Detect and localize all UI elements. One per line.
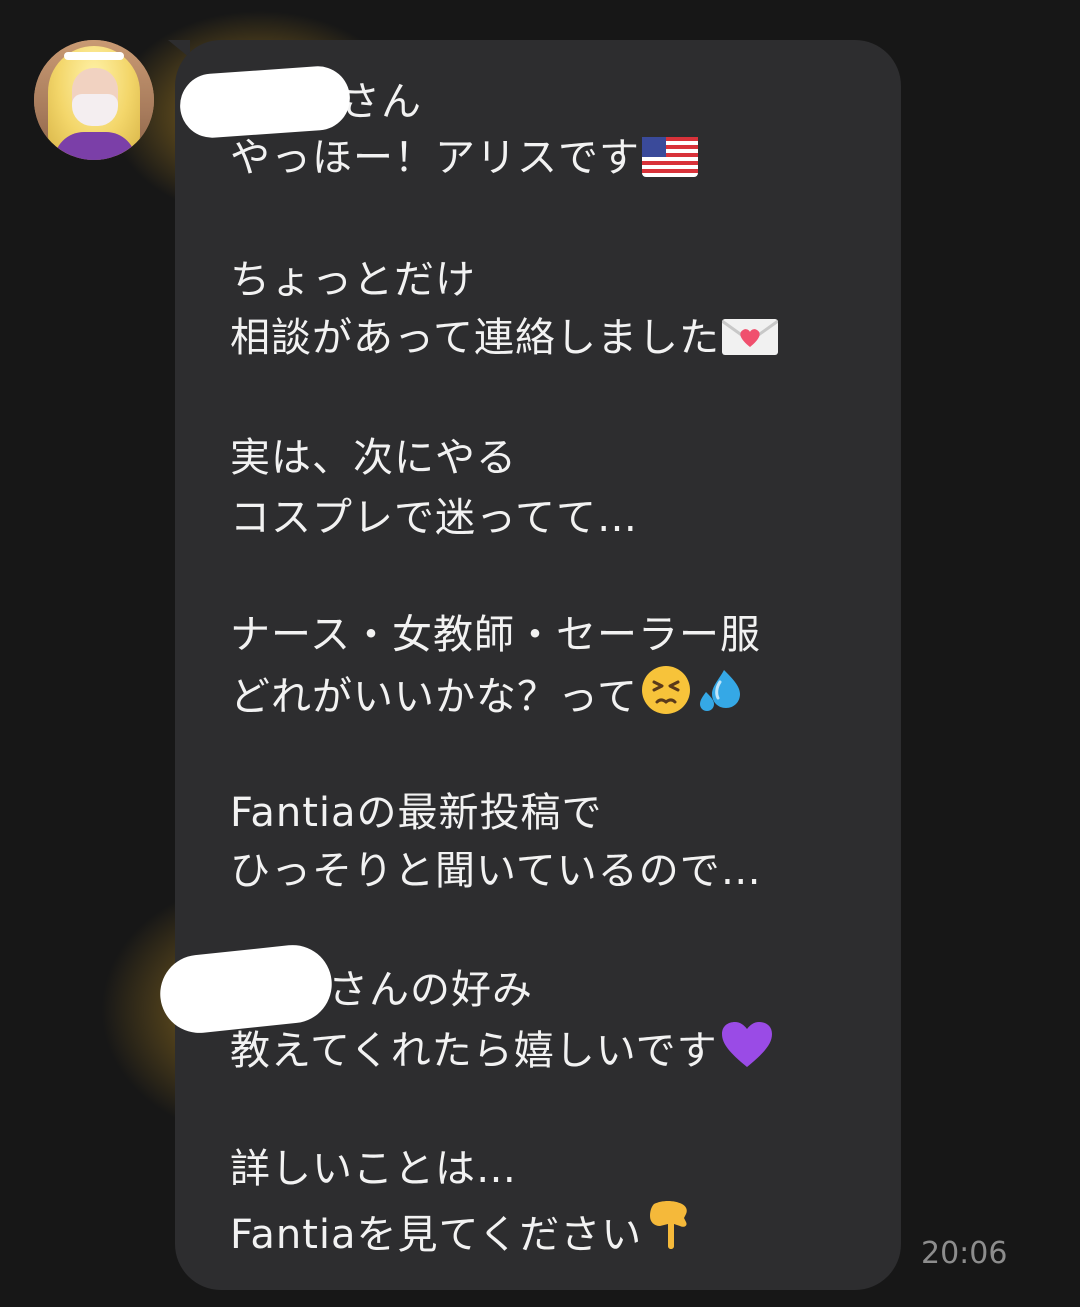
line-text: コスプレで迷ってて… [230, 495, 638, 541]
chat-screen: さん やっほー！アリスです ちょっとだけ 相談があって連絡しました 実は、次にや… [0, 0, 1080, 1307]
line-text: さん [340, 79, 422, 125]
message-line-3: ちょっとだけ [230, 252, 476, 308]
message-line-7: ナース・女教師・セーラー服 [230, 607, 761, 663]
persevering-face-icon [640, 664, 692, 731]
line-text: Fantiaを見てください [230, 1212, 643, 1258]
love-letter-icon [721, 316, 779, 372]
line-text: さんの好み [328, 967, 533, 1013]
message-line-14: Fantiaを見てください [230, 1198, 696, 1269]
sweat-droplets-icon [694, 664, 746, 731]
message-line-1: さん [340, 74, 422, 130]
message-line-8: どれがいいかな？って [230, 664, 746, 731]
us-flag-icon [642, 136, 698, 192]
purple-heart-icon [720, 1020, 774, 1085]
message-line-9: Fantiaの最新投稿で [230, 785, 603, 841]
line-text: 実は、次にやる [230, 435, 517, 481]
backhand-index-pointing-down-icon [644, 1198, 696, 1269]
line-text: 教えてくれたら嬉しいです [230, 1028, 718, 1074]
line-text: 相談があって連絡しました [230, 315, 720, 361]
message-timestamp: 20:06 [921, 1236, 1008, 1271]
line-text: ナース・女教師・セーラー服 [230, 612, 761, 658]
message-line-12: 教えてくれたら嬉しいです [230, 1020, 774, 1085]
line-text: ひっそりと聞いているので… [230, 848, 762, 894]
line-text: どれがいいかな？って [230, 674, 638, 720]
message-line-11: さんの好み [328, 962, 533, 1018]
line-text: ちょっとだけ [230, 257, 476, 303]
message-line-10: ひっそりと聞いているので… [230, 843, 762, 899]
message-line-13: 詳しいことは… [230, 1141, 517, 1197]
message-line-4: 相談があって連絡しました [230, 310, 779, 372]
line-text: やっほー！アリスです [230, 135, 640, 181]
message-line-2: やっほー！アリスです [230, 130, 698, 192]
message-line-5: 実は、次にやる [230, 430, 517, 486]
line-text: 詳しいことは… [230, 1146, 517, 1192]
redaction-mark [177, 64, 353, 140]
line-text: Fantiaの最新投稿で [230, 790, 603, 836]
avatar[interactable] [34, 40, 154, 160]
message-line-6: コスプレで迷ってて… [230, 490, 638, 546]
